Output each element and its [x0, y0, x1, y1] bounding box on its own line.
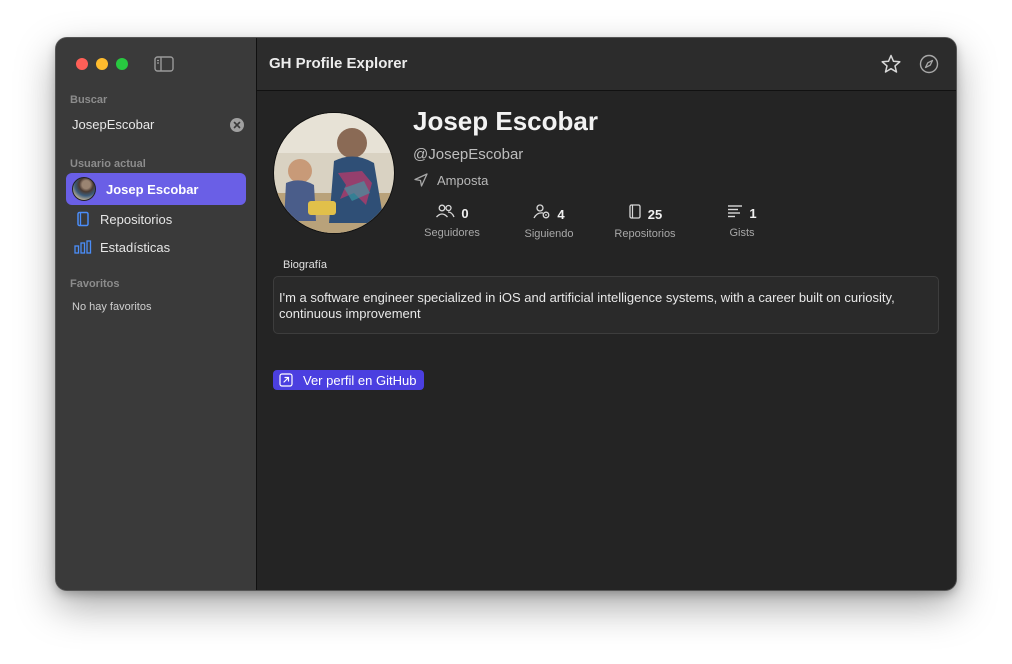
compass-icon[interactable]	[918, 53, 940, 75]
location-label: Amposta	[437, 172, 489, 188]
search-input[interactable]: JosepEscobar	[64, 114, 244, 136]
stat-label: Seguidores	[424, 227, 480, 239]
toolbar: GH Profile Explorer	[257, 38, 956, 91]
sidebar-item-label: Repositorios	[100, 211, 173, 227]
sidebar-item-profile[interactable]: Josep Escobar	[66, 173, 246, 205]
github-button-label: Ver perfil en GitHub	[303, 372, 417, 388]
clear-search-icon[interactable]	[230, 118, 244, 132]
bar-chart-icon	[74, 238, 92, 256]
sidebar-toggle-icon[interactable]	[154, 56, 174, 72]
search-section-label: Buscar	[70, 94, 108, 106]
sidebar-item-label: Estadísticas	[100, 239, 171, 255]
book-icon	[628, 204, 642, 224]
close-window-button[interactable]	[76, 58, 88, 70]
sidebar-item-statistics[interactable]: Estadísticas	[66, 231, 246, 263]
profile-name: Josep Escobar	[413, 106, 598, 136]
bio-label: Biografía	[283, 259, 328, 271]
stat-label: Gists	[729, 227, 755, 239]
bio-text: I'm a software engineer specialized in i…	[279, 290, 895, 321]
main-content: GH Profile Explorer Josep Escobar @Josep…	[257, 38, 956, 590]
location-arrow-icon	[413, 172, 429, 188]
profile-handle: @JosepEscobar	[413, 146, 524, 163]
minimize-window-button[interactable]	[96, 58, 108, 70]
person-gear-icon	[533, 204, 551, 224]
view-github-profile-button[interactable]: Ver perfil en GitHub	[273, 370, 425, 390]
people-icon	[435, 204, 455, 223]
bio-box: I'm a software engineer specialized in i…	[273, 276, 939, 334]
profile-avatar	[273, 112, 395, 234]
star-icon[interactable]	[880, 53, 902, 75]
current-user-section-label: Usuario actual	[70, 158, 146, 170]
sidebar-item-label: Josep Escobar	[106, 181, 199, 197]
external-link-icon	[279, 373, 293, 387]
favorites-section-label: Favoritos	[70, 278, 120, 290]
text-lines-icon	[727, 204, 743, 223]
favorites-empty-text: No hay favoritos	[72, 301, 152, 313]
stat-value: 25	[647, 206, 663, 222]
zoom-window-button[interactable]	[116, 58, 128, 70]
window-controls	[76, 58, 128, 70]
app-title: GH Profile Explorer	[269, 55, 408, 72]
stat-value: 0	[461, 206, 469, 221]
search-input-value: JosepEscobar	[72, 117, 155, 132]
book-icon	[74, 210, 92, 228]
avatar	[72, 177, 96, 201]
stat-following: 4 Siguiendo	[504, 204, 594, 240]
profile-location: Amposta	[413, 172, 488, 188]
stat-label: Siguiendo	[524, 228, 574, 240]
stat-followers: 0 Seguidores	[407, 204, 497, 239]
stat-label: Repositorios	[614, 228, 676, 240]
stat-value: 4	[557, 206, 565, 222]
stat-repositories: 25 Repositorios	[600, 204, 690, 240]
sidebar: Buscar JosepEscobar Usuario actual Josep…	[56, 38, 257, 590]
stat-gists: 1 Gists	[697, 204, 787, 239]
app-window: Buscar JosepEscobar Usuario actual Josep…	[56, 38, 956, 590]
stat-value: 1	[749, 206, 757, 221]
